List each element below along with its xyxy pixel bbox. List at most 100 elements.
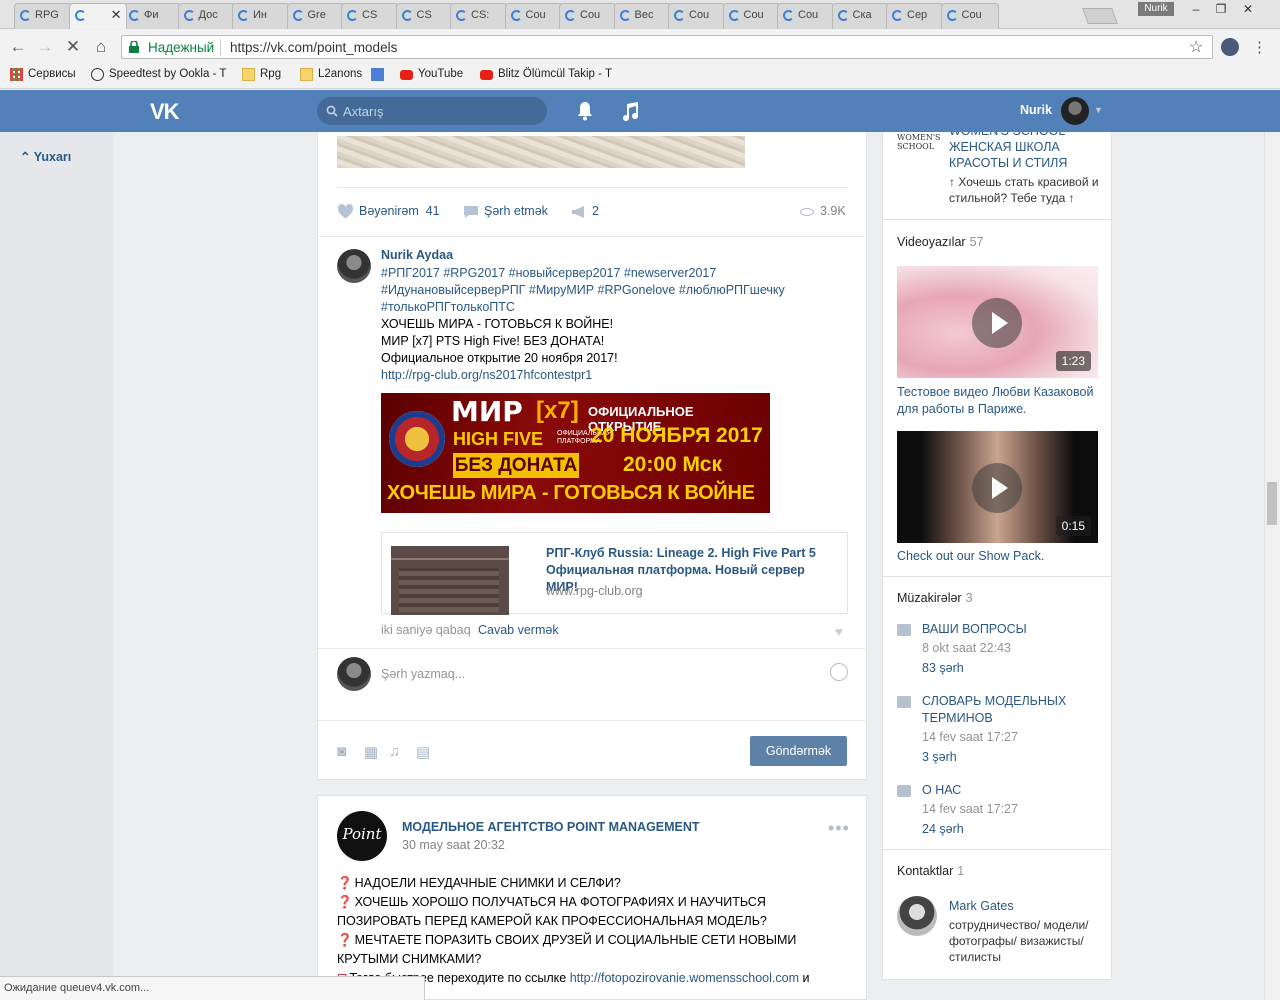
search-box[interactable]	[317, 97, 547, 125]
browser-tab[interactable]: Cou	[722, 3, 781, 29]
extension-icon[interactable]	[1221, 38, 1239, 56]
share-button[interactable]: 2	[571, 204, 599, 219]
close-window-icon[interactable]: ✕	[1236, 1, 1260, 17]
browser-tab[interactable]: Cou	[668, 3, 726, 29]
promo-banner[interactable]: МИР [x7] ОФИЦИАЛЬНОЕ ОТКРЫТИЕ HIGH FIVE …	[381, 393, 770, 513]
comment-like-icon[interactable]: ♥	[835, 624, 843, 639]
youtube-icon	[480, 70, 493, 80]
new-tab-button[interactable]	[1082, 8, 1118, 24]
browser-tab[interactable]: Cou	[777, 3, 835, 29]
more-options-icon[interactable]: •••	[828, 818, 850, 839]
video-thumbnail[interactable]: 0:15	[897, 431, 1098, 543]
hashtags[interactable]: #толькоРПГтолькоПТС	[381, 299, 841, 316]
scroll-up-link[interactable]: ⌃ Yuxarı	[20, 149, 71, 164]
browser-tab[interactable]: Gre	[286, 3, 345, 29]
restore-icon[interactable]: ❐	[1209, 1, 1233, 17]
emoji-icon[interactable]	[830, 663, 848, 681]
comment-button[interactable]: Şərh etmək	[463, 204, 548, 219]
minimize-icon[interactable]: –	[1184, 1, 1208, 17]
video-thumbnail[interactable]: 1:23	[897, 266, 1098, 378]
bookmark-rpg[interactable]: Rpg	[242, 68, 281, 81]
bookmark-youtube[interactable]: YouTube	[400, 68, 463, 80]
browser-tab[interactable]: Cou	[940, 3, 999, 29]
music-icon[interactable]	[622, 101, 638, 121]
community-name[interactable]: МОДЕЛЬНОЕ АГЕНТСТВО POINT MANAGEMENT	[402, 820, 700, 834]
video-icon[interactable]: ▦	[364, 743, 378, 761]
discussion-title[interactable]: ВАШИ ВОПРОСЫ	[922, 621, 1102, 638]
apps-grid-icon	[10, 68, 23, 81]
chevron-down-icon[interactable]: ▼	[1094, 105, 1103, 115]
comment-time[interactable]: iki saniyə qabaq	[381, 623, 471, 637]
bell-icon[interactable]	[576, 101, 594, 121]
post-link[interactable]: http://fotopozirovanie.womensschool.com	[570, 971, 799, 985]
ad-block[interactable]: WOMEN'S SCHOOL WOMEN'S SCHOOL ЖЕНСКАЯ ШК…	[882, 124, 1112, 220]
browser-tab[interactable]: Ска	[831, 3, 890, 29]
header-avatar[interactable]	[1061, 97, 1089, 125]
browser-tab[interactable]: RPG	[14, 3, 72, 29]
discussions-title[interactable]: Müzakirələr 3	[897, 591, 973, 605]
link-preview-card[interactable]: РПГ-Клуб Russia: Lineage 2. High Five Pa…	[381, 532, 848, 615]
browser-tab[interactable]: ✕	[68, 3, 127, 29]
browser-tab[interactable]: Дос	[177, 3, 236, 29]
hashtags[interactable]: #РПГ2017 #RPG2017 #новыйсервер2017 #news…	[381, 265, 841, 282]
video-title[interactable]: Check out our Show Pack.	[897, 549, 1102, 563]
bookmark-l2anons[interactable]: L2anons	[300, 68, 362, 81]
bookmark-blitz[interactable]: Blitz Ölümcül Takip - T	[480, 68, 612, 80]
reply-link[interactable]: Cavab vermək	[478, 623, 559, 637]
browser-tab[interactable]: CS	[341, 3, 399, 29]
home-icon[interactable]: ⌂	[90, 36, 112, 58]
video-title[interactable]: Тестовое видео Любви Казаковой для работ…	[897, 384, 1102, 418]
url-text[interactable]: https://vk.com/point_models	[230, 40, 397, 55]
videos-title[interactable]: Videoyazılar 57	[897, 235, 983, 249]
discussion-count[interactable]: 83 şərh	[922, 661, 964, 675]
comment-author[interactable]: Nurik Aydaa	[381, 248, 453, 262]
bookmark-star-icon[interactable]: ☆	[1189, 37, 1203, 57]
scrollbar-thumb[interactable]	[1267, 482, 1277, 525]
hashtags[interactable]: #ИдунановыйсерверРПГ #МируМИР #RPGonelov…	[381, 282, 841, 299]
like-button[interactable]: Bəyənirəm 41	[337, 204, 440, 219]
browser-tab[interactable]: Cou	[559, 3, 617, 29]
contact-avatar[interactable]	[897, 896, 937, 936]
scrollbar[interactable]	[1264, 90, 1280, 1000]
discussion-count[interactable]: 3 şərh	[922, 750, 957, 764]
play-icon[interactable]	[972, 298, 1022, 348]
play-icon[interactable]	[972, 463, 1022, 513]
close-tab-icon[interactable]: ✕	[111, 7, 122, 23]
back-icon[interactable]: ←	[7, 36, 29, 58]
browser-tab[interactable]: CS	[395, 3, 454, 29]
browser-tab[interactable]: Фи	[123, 3, 181, 29]
tab-label: RPG	[35, 9, 59, 21]
header-user-name[interactable]: Nurik	[1020, 103, 1052, 117]
discussion-title[interactable]: СЛОВАРЬ МОДЕЛЬНЫХ ТЕРМИНОВ	[922, 693, 1102, 727]
contact-name[interactable]: Mark Gates	[949, 899, 1014, 913]
comment-input[interactable]	[381, 664, 821, 684]
browser-tab[interactable]: Cou	[504, 3, 563, 29]
bookmark-services[interactable]: Сервисы	[10, 68, 76, 81]
banner-text: 20 НОЯБРЯ 2017	[591, 424, 763, 447]
profile-badge[interactable]: Nurik	[1138, 2, 1174, 16]
community-logo[interactable]: Point	[337, 811, 387, 861]
comment-avatar[interactable]	[337, 249, 371, 283]
audio-icon[interactable]: ♫	[389, 743, 400, 760]
camera-icon[interactable]: ◙	[337, 743, 346, 760]
browser-tab[interactable]: Bec	[613, 3, 672, 29]
forward-icon[interactable]: →	[34, 36, 56, 58]
contacts-title[interactable]: Kontaktlar 1	[897, 864, 964, 878]
comment-link[interactable]: http://rpg-club.org/ns2017hfcontestpr1	[381, 368, 592, 382]
post-date[interactable]: 30 may saat 20:32	[402, 838, 505, 852]
browser-tab[interactable]: CS:	[450, 3, 508, 29]
search-input[interactable]	[343, 101, 538, 121]
document-icon[interactable]: ▤	[416, 743, 430, 761]
post-photo[interactable]	[337, 136, 745, 168]
vk-logo-icon[interactable]: VK	[150, 99, 180, 125]
discussion-title[interactable]: О НАС	[922, 782, 1102, 799]
menu-icon[interactable]: ⋮	[1252, 38, 1267, 56]
browser-tab[interactable]: Сер	[886, 3, 944, 29]
send-button[interactable]: Göndərmək	[750, 736, 847, 766]
browser-tab[interactable]: Ин	[232, 3, 290, 29]
stop-icon[interactable]: ✕	[62, 36, 84, 58]
bookmark-speedtest[interactable]: Speedtest by Ookla - T	[91, 68, 226, 81]
address-bar[interactable]: Надежный https://vk.com/point_models ☆	[121, 35, 1213, 59]
discussion-count[interactable]: 24 şərh	[922, 822, 964, 836]
ad-logo: WOMEN'S SCHOOL	[897, 133, 941, 151]
